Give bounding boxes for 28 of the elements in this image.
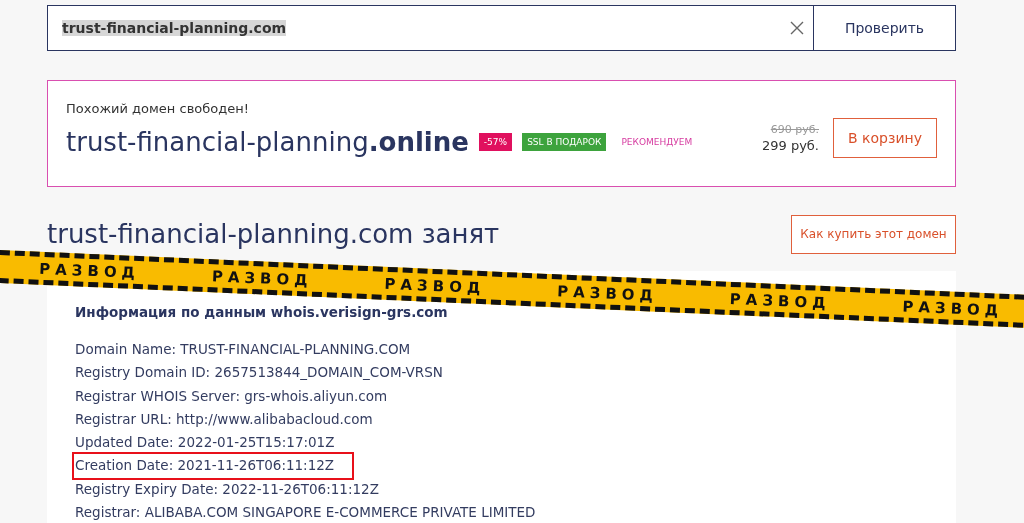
tape-label: РАЗВОД (729, 289, 831, 312)
recommend-label: РЕКОМЕНДУЕМ (620, 136, 694, 149)
search-text: trust-financial-planning.com (62, 20, 287, 36)
tape-label: РАЗВОД (38, 259, 141, 282)
cart-button[interactable]: В корзину (833, 118, 937, 158)
gift-badge: SSL В ПОДАРОК (522, 133, 607, 151)
tape-label: РАЗВОД (556, 281, 659, 305)
how-to-buy-button[interactable]: Как купить этот домен (791, 214, 956, 254)
search-field[interactable]: trust-financial-planning.com Проверить (47, 5, 956, 51)
tape-label: РАЗВОД (384, 274, 486, 297)
whois-line: Creation Date: 2021-11-26T06:11:12Z (74, 454, 353, 478)
whois-line: Registrar URL: http://www.alibabacloud.com (75, 409, 373, 429)
whois-line: Registry Domain ID: 2657513844_DOMAIN_COM-VRSN (75, 363, 443, 383)
whois-line: Registry Expiry Date: 2022-11-26T06:11:12Z (75, 479, 379, 499)
domain-name: trust-financial-planning.online (66, 127, 469, 157)
whois-line: Updated Date: 2022-01-25T15:17:01Z (75, 433, 335, 453)
whois-title: Информация по данным whois.verisign-grs.com (75, 304, 448, 320)
old-price: 690 руб. (770, 123, 819, 136)
whois-line: Registrar: ALIBABA.COM SINGAPORE E-COMMERCE PRIVATE LIMITED (75, 503, 536, 523)
discount-badge: -57% (478, 133, 513, 151)
tape-label: РАЗВОД (211, 266, 313, 290)
whois-line: Domain Name: TRUST-FINANCIAL-PLANNING.COM (75, 340, 411, 359)
tape-label: РАЗВОД (902, 296, 1004, 320)
close-icon[interactable] (789, 20, 805, 36)
status-heading: trust-financial-planning.com занят (47, 219, 500, 249)
price: 299 руб. (761, 138, 819, 153)
offer-note: Похожий домен свободен! (66, 101, 250, 116)
whois-line: Registrar WHOIS Server: grs-whois.aliyun.com (75, 386, 388, 406)
